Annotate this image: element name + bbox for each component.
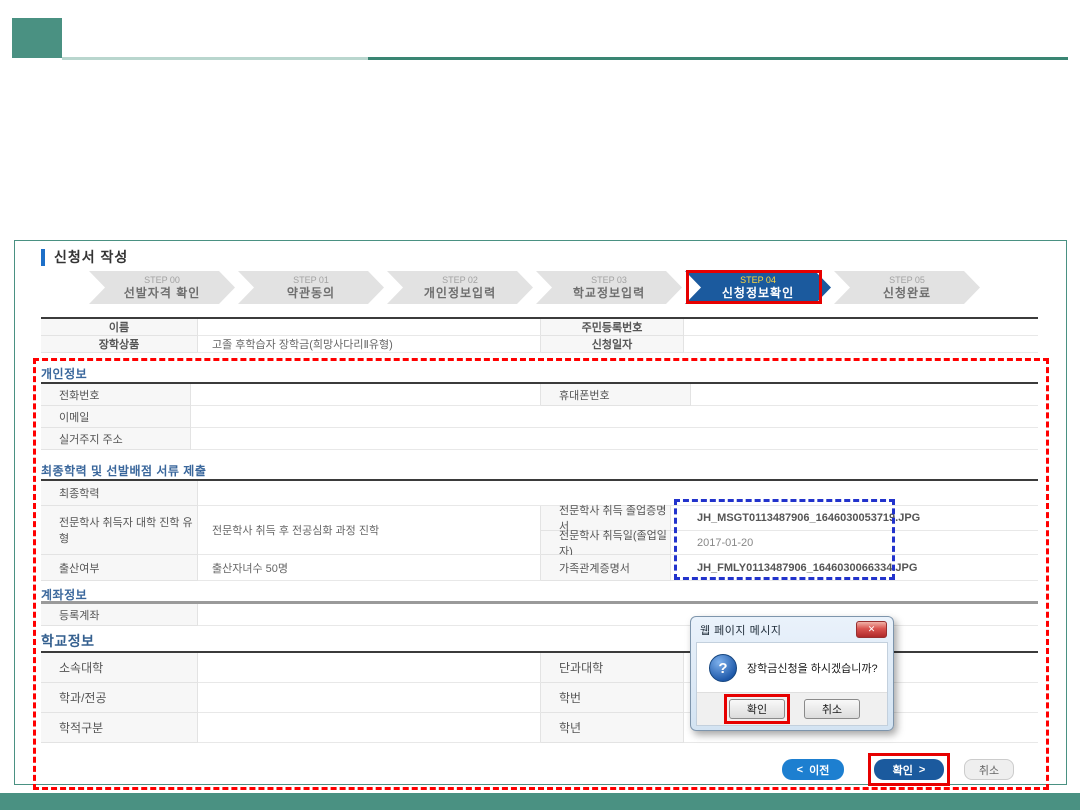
name-value: [198, 319, 541, 336]
confirm-button-label: 확인: [893, 762, 913, 778]
phone-label: 전화번호: [41, 384, 191, 406]
name-label: 이름: [41, 319, 198, 336]
prev-button[interactable]: < 이전: [782, 759, 844, 780]
step-progress-bar: STEP 00 선발자격 확인 STEP 01 약관동의 STEP 02 개인정…: [89, 271, 980, 304]
diploma-file-value: JH_MSGT0113487906_1646030053719.JPG: [671, 506, 1038, 531]
university-label: 소속대학: [41, 653, 198, 683]
step-item-03: STEP 03 학교정보입력: [536, 271, 682, 304]
dialog-titlebar: 웹 페이지 메시지 ✕: [691, 617, 893, 642]
step-item-00: STEP 00 선발자격 확인: [89, 271, 235, 304]
header-rule-light: [62, 57, 368, 60]
birth-value: 출산자녀수 50명: [198, 555, 541, 581]
annotation-confirm-highlight: 확인 >: [868, 753, 950, 786]
mobile-label: 휴대폰번호: [541, 384, 691, 406]
step-number: STEP 01: [293, 275, 329, 286]
dialog-title: 웹 페이지 메시지: [700, 622, 781, 638]
page-title: 신청서 작성: [41, 249, 128, 266]
entry-type-value: 전문학사 취득 후 전공심화 과정 진학: [198, 506, 541, 555]
step-item-01: STEP 01 약관동의: [238, 271, 384, 304]
header-rule-dark: [368, 57, 1068, 60]
step-label: 약관동의: [287, 286, 335, 300]
step-item-04-active: STEP 04 신청정보확인: [685, 271, 831, 304]
step-number: STEP 04: [740, 275, 776, 286]
step-label: 선발자격 확인: [124, 286, 201, 300]
personal-info-table: 전화번호 휴대폰번호 이메일 실거주지 주소: [41, 382, 1038, 450]
product-value: 고졸 후학습자 장학금(희망사다리Ⅱ유형): [198, 336, 541, 353]
section-title-personal: 개인정보: [41, 365, 87, 382]
account-value: [198, 604, 1038, 626]
email-label: 이메일: [41, 406, 191, 428]
apply-date-label: 신청일자: [541, 336, 684, 353]
step-item-02: STEP 02 개인정보입력: [387, 271, 533, 304]
prev-arrow-icon: <: [797, 764, 803, 776]
grad-date-label: 전문학사 취득일(졸업일자): [541, 531, 671, 555]
dialog-close-button[interactable]: ✕: [856, 621, 887, 638]
birth-label: 출산여부: [41, 555, 198, 581]
dialog-cancel-button[interactable]: 취소: [804, 699, 860, 719]
section-title-school: 학교정보: [41, 631, 95, 651]
email-value: [191, 406, 1038, 428]
mobile-value: [691, 384, 1038, 406]
step-label: 신청정보확인: [722, 286, 794, 300]
step-number: STEP 03: [591, 275, 627, 286]
status-value: [198, 713, 541, 743]
step-number: STEP 00: [144, 275, 180, 286]
section-title-education: 최종학력 및 선발배점 서류 제출: [41, 462, 206, 479]
major-value: [198, 683, 541, 713]
dialog-message: 장학금신청을 하시겠습니까?: [747, 660, 878, 676]
cancel-button[interactable]: 취소: [964, 759, 1014, 780]
grad-date-value: 2017-01-20: [671, 531, 1038, 555]
entry-type-label: 전문학사 취득자 대학 진학 유형: [41, 506, 198, 555]
cancel-button-label: 취소: [979, 762, 999, 778]
address-label: 실거주지 주소: [41, 428, 191, 450]
final-education-label: 최종학력: [41, 481, 198, 506]
summary-table: 이름 주민등록번호 장학상품 고졸 후학습자 장학금(희망사다리Ⅱ유형) 신청일…: [41, 317, 1038, 353]
family-cert-label: 가족관계증명서: [541, 555, 671, 581]
college-label: 단과대학: [541, 653, 684, 683]
rrn-value: [684, 319, 1038, 336]
dialog-body: ? 장학금신청을 하시겠습니까? 확인 취소: [696, 642, 888, 726]
product-label: 장학상품: [41, 336, 198, 353]
dialog-button-row: 확인 취소: [697, 692, 887, 725]
webpage-message-dialog: 웹 페이지 메시지 ✕ ? 장학금신청을 하시겠습니까? 확인 취소: [690, 616, 894, 731]
university-value: [198, 653, 541, 683]
account-label: 등록계좌: [41, 604, 198, 626]
application-form-panel: 신청서 작성 STEP 00 선발자격 확인 STEP 01 약관동의 STEP…: [14, 240, 1067, 785]
major-label: 학과/전공: [41, 683, 198, 713]
student-id-label: 학번: [541, 683, 684, 713]
step-label: 개인정보입력: [424, 286, 496, 300]
annotation-dialog-ok-highlight: 확인: [724, 694, 790, 724]
step-number: STEP 02: [442, 275, 478, 286]
footer-bar: [0, 793, 1080, 810]
year-label: 학년: [541, 713, 684, 743]
step-label: 학교정보입력: [573, 286, 645, 300]
phone-value: [191, 384, 541, 406]
dialog-message-row: ? 장학금신청을 하시겠습니까?: [697, 643, 887, 682]
confirm-arrow-icon: >: [919, 764, 925, 776]
step-label: 신청완료: [883, 286, 931, 300]
status-label: 학적구분: [41, 713, 198, 743]
confirm-button[interactable]: 확인 >: [874, 759, 944, 780]
rrn-label: 주민등록번호: [541, 319, 684, 336]
dialog-ok-button[interactable]: 확인: [729, 699, 785, 719]
apply-date-value: [684, 336, 1038, 353]
brand-block: [12, 18, 62, 58]
step-item-05: STEP 05 신청완료: [834, 271, 980, 304]
step-number: STEP 05: [889, 275, 925, 286]
question-icon: ?: [709, 654, 737, 682]
prev-button-label: 이전: [809, 762, 829, 778]
address-value: [191, 428, 1038, 450]
close-icon: ✕: [868, 624, 876, 635]
page: 신청서 작성 STEP 00 선발자격 확인 STEP 01 약관동의 STEP…: [0, 0, 1080, 810]
education-table: 최종학력 전문학사 취득자 대학 진학 유형 전문학사 취득 후 전공심화 과정…: [41, 479, 1038, 581]
family-cert-file-value: JH_FMLY0113487906_1646030066334.JPG: [671, 555, 1038, 581]
